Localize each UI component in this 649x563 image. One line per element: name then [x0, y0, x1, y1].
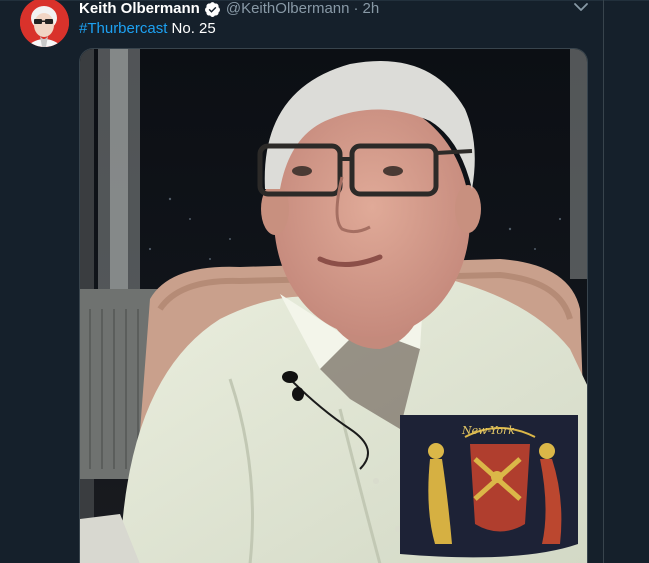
svg-text:New-York: New-York: [461, 424, 515, 437]
tweet-text: #Thurbercast No. 25: [79, 19, 216, 39]
verified-badge-icon: [204, 1, 221, 18]
display-name[interactable]: Keith Olbermann: [79, 0, 200, 19]
timestamp[interactable]: 2h: [362, 0, 379, 19]
chevron-down-icon[interactable]: [572, 0, 590, 14]
column-divider: [603, 0, 604, 563]
tweet-header: Keith Olbermann @KeithOlbermann · 2h: [79, 0, 379, 19]
separator-dot: ·: [353, 0, 359, 17]
avatar[interactable]: [20, 0, 69, 47]
hashtag-link[interactable]: #Thurbercast: [79, 20, 167, 37]
user-handle[interactable]: @KeithOlbermann: [226, 0, 350, 19]
tweet[interactable]: Keith Olbermann @KeithOlbermann · 2h #Th…: [0, 0, 603, 563]
tweet-text-rest: No. 25: [167, 20, 216, 37]
video-media[interactable]: New-York: [79, 48, 588, 563]
